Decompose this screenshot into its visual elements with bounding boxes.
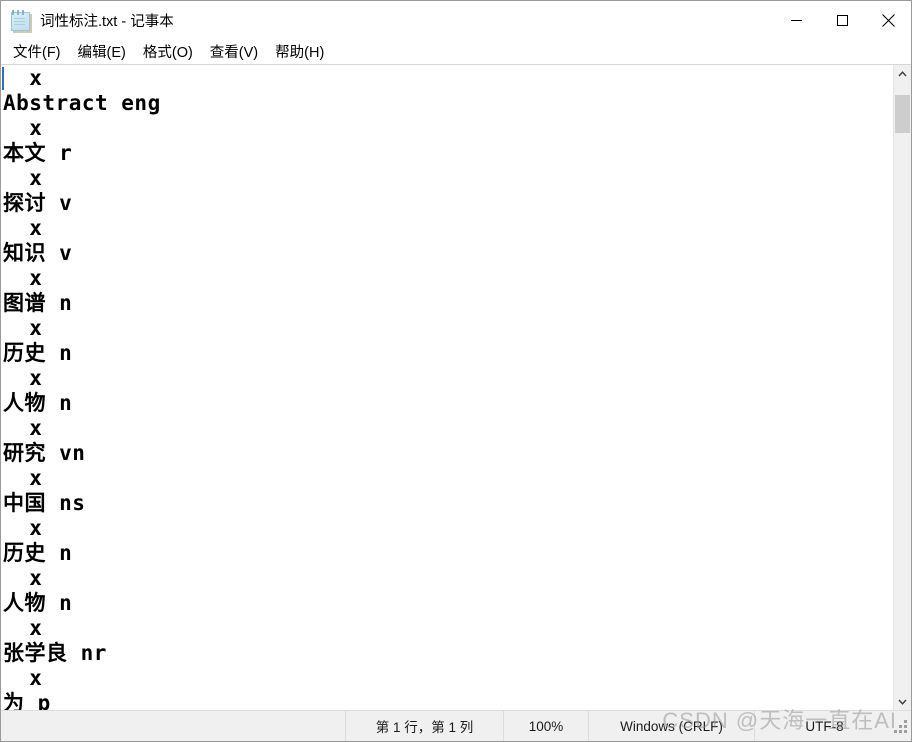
window-title: 词性标注.txt - 记事本 [40, 13, 174, 30]
window-controls [773, 1, 911, 39]
title-bar: 词性标注.txt - 记事本 [1, 1, 911, 39]
close-button[interactable] [865, 1, 911, 39]
chevron-up-icon [898, 70, 907, 76]
menu-item-view[interactable]: 查看(V) [209, 40, 259, 63]
scrollbar-thumb[interactable] [895, 95, 910, 133]
chevron-down-icon [898, 699, 907, 705]
status-bar: 第 1 行，第 1 列 100% Windows (CRLF) UTF-8 [1, 710, 911, 741]
status-zoom-level[interactable]: 100% [503, 711, 588, 741]
maximize-button[interactable] [819, 1, 865, 39]
scrollbar-down-button[interactable] [894, 693, 911, 710]
minimize-icon [790, 19, 802, 21]
menu-item-help[interactable]: 帮助(H) [274, 40, 325, 63]
notepad-icon [10, 9, 32, 31]
maximize-icon [836, 14, 848, 26]
editor-area: x Abstract eng x 本文 r x 探讨 v x 知识 v x 图谱… [1, 64, 911, 710]
menu-bar: 文件(F) 编辑(E) 格式(O) 查看(V) 帮助(H) [1, 39, 911, 64]
editor-text: x Abstract eng x 本文 r x 探讨 v x 知识 v x 图谱… [3, 66, 161, 710]
status-encoding[interactable]: UTF-8 [754, 711, 894, 741]
vertical-scrollbar[interactable] [893, 65, 911, 710]
close-icon [881, 13, 895, 27]
status-line-ending[interactable]: Windows (CRLF) [588, 711, 754, 741]
menu-item-format[interactable]: 格式(O) [142, 40, 194, 63]
status-cursor-position: 第 1 行，第 1 列 [345, 711, 503, 741]
text-editor[interactable]: x Abstract eng x 本文 r x 探讨 v x 知识 v x 图谱… [1, 65, 893, 710]
notepad-window: 词性标注.txt - 记事本 文件(F) 编辑(E) 格式(O) 查看(V) 帮… [0, 0, 912, 742]
minimize-button[interactable] [773, 1, 819, 39]
menu-item-file[interactable]: 文件(F) [12, 40, 62, 63]
resize-grip[interactable] [894, 711, 911, 741]
status-spacer [1, 711, 345, 741]
menu-item-edit[interactable]: 编辑(E) [77, 40, 127, 63]
scrollbar-up-button[interactable] [894, 65, 911, 82]
